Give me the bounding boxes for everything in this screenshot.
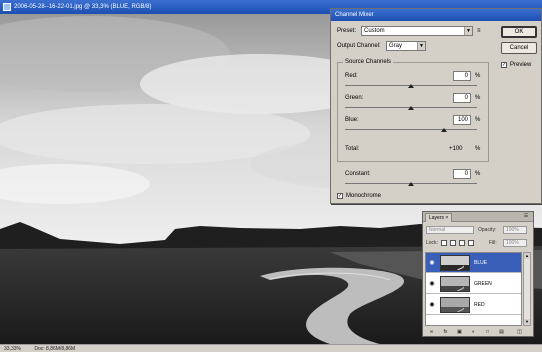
layer-thumbnail — [440, 297, 470, 313]
layers-toolbar: ∞ fx ▣ ◐ □ ▤ ◫ — [425, 328, 531, 336]
chevron-down-icon: ▼ — [464, 27, 472, 35]
opacity-label: Opacity: — [478, 227, 497, 233]
dialog-title[interactable]: Channel Mixer — [331, 9, 541, 21]
percent-sign: % — [475, 117, 481, 123]
layer-row-green[interactable]: ◉ GREEN — [426, 274, 521, 294]
trash-icon[interactable]: ◫ — [515, 328, 524, 336]
fx-icon[interactable]: fx — [441, 328, 450, 336]
preview-label: Preview — [510, 62, 532, 68]
layer-row-blue[interactable]: ◉ BLUE — [426, 253, 521, 273]
layer-thumbnail — [440, 276, 470, 292]
percent-sign: % — [475, 146, 481, 152]
layer-list: ◉ BLUE ◉ GREEN ◉ RED — [425, 252, 522, 326]
green-label: Green: — [345, 95, 364, 101]
red-input[interactable]: 0 — [453, 71, 471, 81]
constant-slider-thumb[interactable] — [408, 182, 414, 186]
red-label: Red: — [345, 73, 358, 79]
output-channel-value: Gray — [389, 43, 403, 49]
output-channel-label: Output Channel: — [337, 43, 381, 49]
layer-thumbnail — [440, 255, 470, 271]
percent-sign: % — [475, 95, 481, 101]
fill-label: Fill: — [489, 240, 497, 246]
document-title: 2006-05-28--16-22-01.jpg @ 33,3% (BLUE, … — [14, 4, 152, 10]
total-value: +100 — [449, 146, 463, 152]
opacity-input[interactable]: 100% — [503, 226, 527, 234]
blue-slider-thumb[interactable] — [441, 128, 447, 132]
layers-panel: Layers × ☰ Normal Opacity: 100% Lock: Fi… — [422, 211, 534, 337]
constant-input[interactable]: 0 — [453, 169, 471, 179]
new-layer-icon[interactable]: ▤ — [497, 328, 506, 336]
green-slider-thumb[interactable] — [408, 106, 414, 110]
mask-icon[interactable]: ▣ — [455, 328, 464, 336]
photoshop-workspace: 2006-05-28--16-22-01.jpg @ 33,3% (BLUE, … — [0, 0, 542, 352]
scroll-up-icon[interactable]: ▲ — [524, 253, 530, 259]
layer-name: BLUE — [474, 260, 488, 266]
lock-move-icon[interactable] — [459, 240, 465, 246]
eye-icon[interactable]: ◉ — [428, 280, 436, 288]
green-input[interactable]: 0 — [453, 93, 471, 103]
link-icon[interactable]: ∞ — [427, 328, 436, 336]
percent-sign: % — [475, 73, 481, 79]
blend-row: Normal Opacity: 100% — [423, 225, 533, 235]
percent-sign: % — [475, 171, 481, 177]
layer-name: RED — [474, 302, 485, 308]
panel-menu-icon[interactable]: ☰ — [522, 213, 530, 220]
layer-row-red[interactable]: ◉ RED — [426, 295, 521, 315]
fill-input[interactable]: 100% — [503, 239, 527, 247]
layer-name: GREEN — [474, 281, 492, 287]
blue-slider-track[interactable] — [345, 129, 477, 130]
constant-label: Constant: — [345, 171, 371, 177]
ok-button[interactable]: OK — [501, 26, 537, 38]
source-channels-label: Source Channels — [343, 58, 394, 66]
lock-transparency-icon[interactable] — [441, 240, 447, 246]
layers-scrollbar[interactable]: ▲ ▼ — [523, 252, 531, 326]
output-channel-select[interactable]: Gray ▼ — [386, 41, 426, 51]
channel-mixer-dialog: Channel Mixer Preset: Custom ▼ ≡ Output … — [330, 8, 542, 204]
monochrome-label: Monochrome — [346, 193, 382, 199]
preset-options-icon[interactable]: ≡ — [477, 27, 481, 35]
zoom-level[interactable]: 33,33% — [4, 346, 21, 352]
preset-label: Preset: — [337, 28, 357, 34]
total-label: Total: — [345, 146, 360, 152]
status-bar: 33,33% Doc: 8,86M/8,86M — [0, 344, 542, 352]
eye-icon[interactable]: ◉ — [428, 259, 436, 267]
document-icon — [3, 3, 11, 11]
lock-label: Lock: — [426, 240, 438, 246]
preset-select[interactable]: Custom ▼ — [361, 26, 473, 36]
layers-tabbar: Layers × ☰ — [423, 212, 533, 222]
lock-paint-icon[interactable] — [450, 240, 456, 246]
chevron-down-icon: ▼ — [417, 42, 425, 50]
blue-label: Blue: — [345, 117, 359, 123]
eye-icon[interactable]: ◉ — [428, 301, 436, 309]
adjustment-icon[interactable]: ◐ — [469, 328, 478, 336]
preset-value: Custom — [364, 28, 385, 34]
lock-all-icon[interactable] — [468, 240, 474, 246]
red-slider-thumb[interactable] — [408, 84, 414, 88]
folder-icon[interactable]: □ — [483, 328, 492, 336]
preview-checkbox[interactable]: ✓ — [501, 62, 507, 68]
doc-size: Doc: 8,86M/8,86M — [34, 346, 76, 352]
blend-mode-select[interactable]: Normal — [426, 226, 474, 234]
monochrome-checkbox[interactable]: ✓ — [337, 193, 343, 199]
cancel-button[interactable]: Cancel — [501, 42, 537, 54]
lock-row: Lock: Fill: 100% — [423, 238, 533, 248]
blue-input[interactable]: 100 — [453, 115, 471, 125]
tab-layers[interactable]: Layers × — [425, 213, 453, 222]
scroll-down-icon[interactable]: ▼ — [524, 319, 530, 325]
